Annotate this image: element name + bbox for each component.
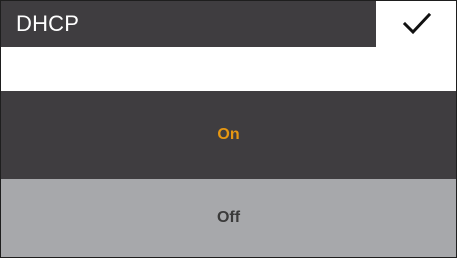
- checkmark-icon: [402, 12, 431, 35]
- option-off[interactable]: Off: [1, 179, 456, 257]
- dialog-header: DHCP: [1, 1, 456, 47]
- option-on-label: On: [217, 126, 240, 143]
- confirm-button[interactable]: [377, 1, 456, 47]
- title-bar: DHCP: [1, 1, 376, 47]
- spacer: [1, 47, 456, 91]
- dhcp-dialog: DHCP On Off: [0, 0, 457, 258]
- option-off-label: Off: [216, 209, 241, 226]
- dialog-title: DHCP: [16, 11, 80, 36]
- option-on[interactable]: On: [1, 91, 456, 179]
